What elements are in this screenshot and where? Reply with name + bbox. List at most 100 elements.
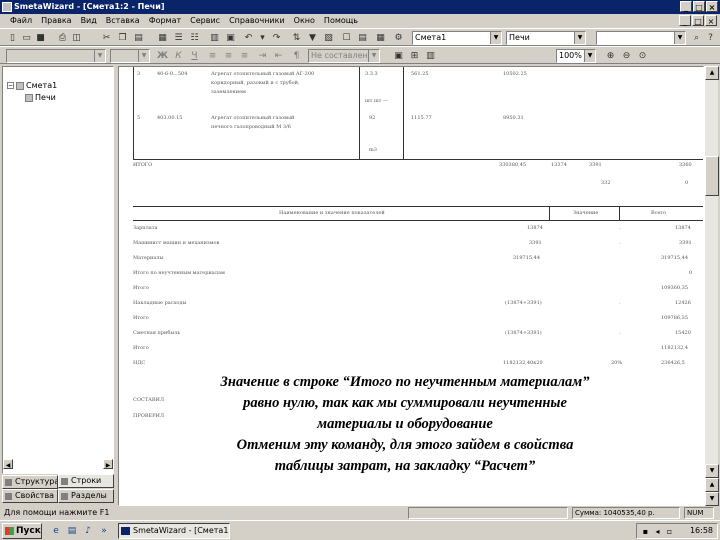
tab-sections[interactable]: Разделы (58, 489, 114, 503)
chevron-down-icon[interactable]: ▼ (574, 32, 585, 44)
close-button[interactable]: × (706, 1, 718, 12)
chevron-down-icon[interactable]: ▼ (94, 50, 105, 62)
undo-dropdown-icon[interactable]: ▾ (256, 32, 269, 44)
delete-row-icon[interactable]: ☷ (188, 32, 201, 44)
minimize-button[interactable]: _ (680, 1, 692, 12)
zoom-in-icon[interactable]: ⊕ (604, 50, 617, 62)
scroll-up-icon[interactable]: ▲ (705, 66, 719, 80)
vertical-scrollbar[interactable]: ▲ ▼ ▲ ▼ (704, 66, 719, 506)
zoom-icon[interactable]: ⊞ (408, 50, 421, 62)
print-icon[interactable]: ⎙ (56, 32, 69, 44)
find-icon[interactable]: ⌕ (690, 32, 703, 44)
settings-icon[interactable]: ⚙ (392, 32, 405, 44)
collapse-icon[interactable]: − (7, 82, 14, 89)
more-icon[interactable]: » (98, 525, 110, 537)
new-file-icon[interactable]: ▯ (6, 32, 19, 44)
chevron-down-icon[interactable]: ▼ (674, 32, 685, 44)
underline-icon[interactable]: Ч (188, 50, 201, 62)
calc-icon[interactable]: ▣ (224, 32, 237, 44)
menu-edit[interactable]: Правка (41, 14, 71, 28)
row-number: 3 (137, 71, 141, 77)
redo-icon[interactable]: ↷ (270, 32, 283, 44)
structure-tree[interactable]: − Смета1 Печи ◀ ▶ (2, 66, 114, 474)
doc-close-button[interactable]: × (705, 15, 717, 26)
app-icon[interactable] (2, 2, 12, 12)
title-bar[interactable]: SmetaWizard - [Смета1:2 - Печи] _ □ × (0, 0, 720, 14)
chart-icon[interactable]: ▧ (322, 32, 335, 44)
scroll-right-icon[interactable]: ▶ (103, 459, 113, 469)
align-right-icon[interactable]: ≡ (238, 50, 251, 62)
insert-row-icon[interactable]: ☰ (172, 32, 185, 44)
tree-item-estimate[interactable]: − Смета1 (7, 81, 57, 90)
estimate-combo[interactable]: Смета1 ▼ (412, 31, 502, 45)
object-combo[interactable]: ▼ (596, 31, 686, 45)
taskbar-item-smetawizard[interactable]: SmetaWizard - [Смета1... (118, 523, 230, 539)
menu-window[interactable]: Окно (294, 14, 315, 28)
volume-icon[interactable]: ◂ (653, 527, 662, 536)
tab-rows[interactable]: Строки (58, 474, 114, 488)
media-icon[interactable]: ♪ (82, 525, 94, 537)
font-combo[interactable]: ▼ (6, 49, 106, 63)
chevron-down-icon[interactable]: ▼ (138, 50, 149, 62)
report-icon[interactable]: ▤ (356, 32, 369, 44)
summary-label: Итого (133, 285, 149, 291)
menu-file[interactable]: Файл (10, 14, 32, 28)
font-size-combo[interactable]: ▼ (110, 49, 150, 63)
start-button[interactable]: Пуск (2, 523, 42, 539)
summary-header: Наименование и значение показателей (279, 210, 385, 216)
scroll-thumb[interactable] (705, 156, 719, 196)
menu-format[interactable]: Формат (149, 14, 181, 28)
table-icon[interactable]: ▦ (156, 32, 169, 44)
zoom-out-icon[interactable]: ⊖ (620, 50, 633, 62)
outdent-icon[interactable]: ⇤ (272, 50, 285, 62)
summary-sep: . (619, 225, 621, 231)
catalog-icon[interactable]: ▥ (208, 32, 221, 44)
italic-icon[interactable]: К (172, 50, 185, 62)
save-icon[interactable]: ■ (34, 32, 47, 44)
menu-references[interactable]: Справочники (229, 14, 285, 28)
indent-icon[interactable]: ⇥ (256, 50, 269, 62)
keyboard-layout-icon[interactable]: ▪ (641, 527, 650, 536)
cut-icon[interactable]: ✂ (100, 32, 113, 44)
menu-service[interactable]: Сервис (190, 14, 220, 28)
page-view-icon[interactable]: ▣ (392, 50, 405, 62)
print-preview-icon[interactable]: ◫ (70, 32, 83, 44)
scroll-left-icon[interactable]: ◀ (3, 459, 13, 469)
menu-view[interactable]: Вид (81, 14, 97, 28)
tab-properties[interactable]: Свойства (2, 489, 58, 503)
zoom-combo[interactable]: 100% ▼ (556, 49, 596, 63)
tree-item-section[interactable]: Печи (25, 93, 56, 102)
menu-help[interactable]: Помощь (324, 14, 358, 28)
chevron-down-icon[interactable]: ▼ (368, 50, 379, 62)
help-icon[interactable]: ? (704, 32, 717, 44)
filter-icon[interactable]: ▼ (306, 32, 319, 44)
scroll-down-icon[interactable]: ▼ (705, 464, 719, 478)
copy-icon[interactable]: ❐ (116, 32, 129, 44)
desktop-icon[interactable]: ▤ (66, 525, 78, 537)
fit-page-icon[interactable]: ⊙ (636, 50, 649, 62)
network-icon[interactable]: ▫ (665, 527, 674, 536)
layout-icon[interactable]: ▥ (424, 50, 437, 62)
browser-icon[interactable]: e (50, 525, 62, 537)
grid-icon[interactable]: ▦ (374, 32, 387, 44)
sort-icon[interactable]: ⇅ (290, 32, 303, 44)
tab-structure[interactable]: Структура (2, 475, 58, 489)
section-combo[interactable]: Печи ▼ (506, 31, 586, 45)
chevron-down-icon[interactable]: ▼ (490, 32, 501, 44)
open-folder-icon[interactable]: ▭ (20, 32, 33, 44)
paragraph-icon[interactable]: ¶ (290, 50, 303, 62)
style-combo[interactable]: Не составлено_ре ▼ (308, 49, 380, 63)
prev-page-icon[interactable]: ▲ (705, 478, 719, 492)
paste-icon[interactable]: ▤ (132, 32, 145, 44)
properties-icon[interactable]: ☐ (340, 32, 353, 44)
doc-minimize-button[interactable]: _ (679, 15, 691, 26)
next-page-icon[interactable]: ▼ (705, 492, 719, 506)
align-left-icon[interactable]: ≡ (206, 50, 219, 62)
menu-insert[interactable]: Вставка (106, 14, 140, 28)
maximize-button[interactable]: □ (693, 1, 705, 12)
doc-restore-button[interactable]: □ (692, 15, 704, 26)
chevron-down-icon[interactable]: ▼ (584, 50, 595, 62)
bold-icon[interactable]: Ж (156, 50, 169, 62)
undo-icon[interactable]: ↶ (242, 32, 255, 44)
align-center-icon[interactable]: ≡ (222, 50, 235, 62)
